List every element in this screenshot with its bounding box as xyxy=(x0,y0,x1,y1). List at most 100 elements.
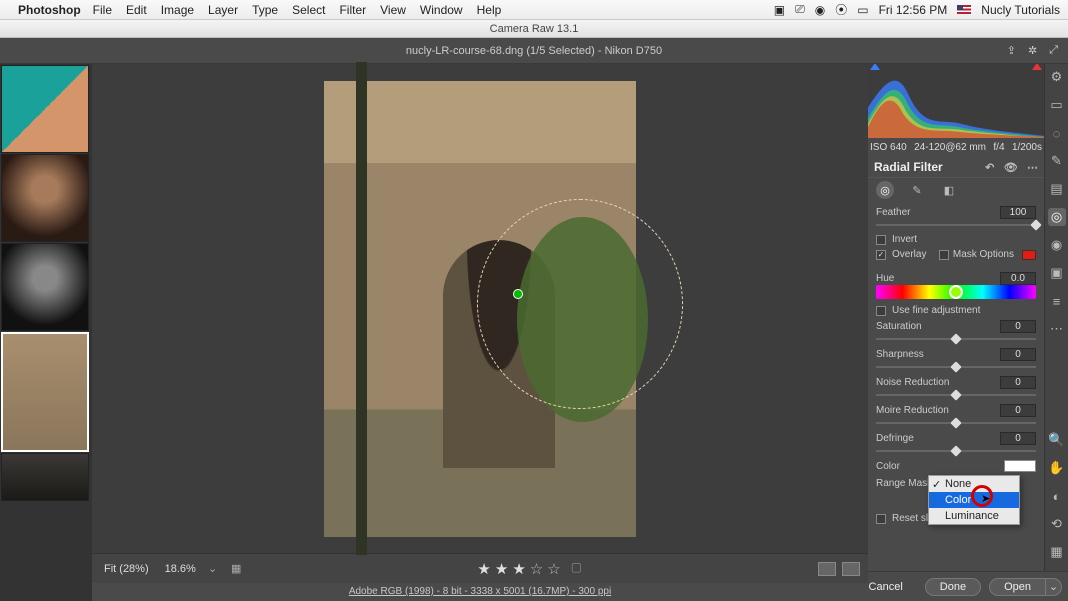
eraser-icon[interactable]: ◧ xyxy=(940,181,958,199)
visibility-icon[interactable]: 👁 xyxy=(1004,162,1018,174)
hue-slider[interactable] xyxy=(876,285,1036,299)
more-icon[interactable]: ⋯ xyxy=(1027,162,1038,174)
clock[interactable]: Fri 12:56 PM xyxy=(879,3,948,17)
more-tools-icon[interactable]: ⋯ xyxy=(1048,320,1066,338)
noise-slider[interactable] xyxy=(876,392,1036,398)
edit-panel-icon[interactable]: ⚙ xyxy=(1048,68,1066,86)
menu-help[interactable]: Help xyxy=(477,3,502,17)
menu-filter[interactable]: Filter xyxy=(339,3,366,17)
camera-icon[interactable]: ⎚ xyxy=(795,2,805,17)
menu-layer[interactable]: Layer xyxy=(208,3,238,17)
highlight-clip-icon[interactable] xyxy=(1032,64,1042,70)
preview-image[interactable] xyxy=(324,81,636,537)
flag-icon[interactable] xyxy=(957,5,971,14)
crop-icon[interactable]: ▭ xyxy=(1048,96,1066,114)
star-5[interactable]: ☆ xyxy=(547,560,560,578)
saturation-value[interactable]: 0 xyxy=(1000,320,1036,333)
menu-file[interactable]: File xyxy=(93,3,112,17)
moire-value[interactable]: 0 xyxy=(1000,404,1036,417)
cc-icon[interactable]: ◉ xyxy=(815,3,825,17)
view-compare-icon[interactable] xyxy=(842,562,860,576)
window-titlebar: Camera Raw 13.1 xyxy=(0,20,1068,38)
radial-filter-outline[interactable] xyxy=(477,199,683,409)
overlay-checkbox[interactable] xyxy=(876,250,886,260)
sharpness-slider[interactable] xyxy=(876,364,1036,370)
battery-icon[interactable]: ▭ xyxy=(857,3,868,17)
done-button[interactable]: Done xyxy=(925,578,981,596)
sharpness-value[interactable]: 0 xyxy=(1000,348,1036,361)
zoom-pct[interactable]: 18.6% xyxy=(161,561,200,577)
undo-icon[interactable]: ↶ xyxy=(985,162,994,174)
thumb-4-selected[interactable] xyxy=(1,332,89,452)
expand-icon[interactable]: ⤢ xyxy=(1049,44,1058,57)
defringe-slider[interactable] xyxy=(876,448,1036,454)
rating-stars[interactable]: ★ ★ ★ ☆ ☆ ▢ xyxy=(477,560,582,578)
star-1[interactable]: ★ xyxy=(477,560,490,578)
wifi-icon[interactable]: ⦿ xyxy=(835,1,847,18)
menu-window[interactable]: Window xyxy=(420,3,463,17)
share-icon[interactable]: ⇪ xyxy=(1007,44,1016,57)
user-name[interactable]: Nucly Tutorials xyxy=(981,3,1060,17)
snapshot-icon[interactable]: ▣ xyxy=(1048,264,1066,282)
menu-select[interactable]: Select xyxy=(292,3,325,17)
view-single-icon[interactable] xyxy=(818,562,836,576)
transform-icon[interactable]: ⟲ xyxy=(1048,515,1066,533)
noise-value[interactable]: 0 xyxy=(1000,376,1036,389)
fine-adj-checkbox[interactable] xyxy=(876,306,886,316)
hand-icon[interactable]: ✋ xyxy=(1048,459,1066,477)
hue-handle[interactable] xyxy=(949,285,963,299)
thumb-5[interactable] xyxy=(1,453,89,501)
label-swatch[interactable]: ▢ xyxy=(571,560,582,578)
sampler-icon[interactable]: ◐ xyxy=(1048,487,1066,505)
open-dropdown-icon[interactable]: ⌄ xyxy=(1046,578,1062,596)
settings-icon[interactable]: ✲ xyxy=(1028,44,1037,57)
mask-color-swatch[interactable] xyxy=(1022,250,1036,260)
star-2[interactable]: ★ xyxy=(495,560,508,578)
new-mask-icon[interactable]: ◎ xyxy=(876,181,894,199)
metadata-line[interactable]: Adobe RGB (1998) - 8 bit - 3338 x 5001 (… xyxy=(92,583,868,601)
mask-options-checkbox[interactable] xyxy=(939,250,949,260)
color-swatch[interactable] xyxy=(1004,460,1036,472)
feather-slider[interactable] xyxy=(876,222,1036,228)
heal-icon[interactable]: ◌ xyxy=(1048,124,1066,142)
zoom-fit[interactable]: Fit (28%) xyxy=(100,561,153,577)
feather-value[interactable]: 100 xyxy=(1000,206,1036,219)
menu-image[interactable]: Image xyxy=(161,3,194,17)
grid-icon[interactable]: ▦ xyxy=(231,562,241,575)
zoom-chevron-icon[interactable]: ⌄ xyxy=(208,562,217,575)
defringe-value[interactable]: 0 xyxy=(1000,432,1036,445)
menu-type[interactable]: Type xyxy=(252,3,278,17)
histogram[interactable] xyxy=(868,64,1044,138)
thumb-1[interactable] xyxy=(1,65,89,153)
reset-checkbox[interactable] xyxy=(876,514,886,524)
cancel-button[interactable]: Cancel xyxy=(855,579,917,595)
thumbnails-icon[interactable]: ▦ xyxy=(1048,543,1066,561)
hue-value[interactable]: 0.0 xyxy=(1000,272,1036,285)
hue-label: Hue xyxy=(876,273,894,284)
right-tool-gutter: ⚙ ▭ ◌ ✎ ▤ ◎ ◉ ▣ ≡ ⋯ 🔍 ✋ ◐ ⟲ ▦ xyxy=(1044,64,1068,601)
screencast-icon[interactable]: ▣ xyxy=(774,3,785,17)
grad-filter-icon[interactable]: ▤ xyxy=(1048,180,1066,198)
brush-icon[interactable]: ✎ xyxy=(908,181,926,199)
shadow-clip-icon[interactable] xyxy=(870,64,880,70)
invert-checkbox[interactable] xyxy=(876,235,886,245)
open-button[interactable]: Open xyxy=(989,578,1046,596)
zoom-icon[interactable]: 🔍 xyxy=(1048,431,1066,449)
app-name[interactable]: Photoshop xyxy=(18,3,81,17)
saturation-slider[interactable] xyxy=(876,336,1036,342)
mask-tool-row: ◎ ✎ ◧ xyxy=(868,178,1044,202)
star-4[interactable]: ☆ xyxy=(530,560,543,578)
dd-luminance[interactable]: Luminance xyxy=(929,508,1019,524)
radial-filter-icon[interactable]: ◎ xyxy=(1048,208,1066,226)
menu-view[interactable]: View xyxy=(380,3,406,17)
filmstrip[interactable] xyxy=(0,64,92,601)
presets-icon[interactable]: ≡ xyxy=(1048,292,1066,310)
thumb-3[interactable] xyxy=(1,243,89,331)
thumb-2[interactable] xyxy=(1,154,89,242)
canvas[interactable] xyxy=(92,64,868,553)
moire-slider[interactable] xyxy=(876,420,1036,426)
redeye-icon[interactable]: ◉ xyxy=(1048,236,1066,254)
adjust-brush-icon[interactable]: ✎ xyxy=(1048,152,1066,170)
star-3[interactable]: ★ xyxy=(512,560,525,578)
menu-edit[interactable]: Edit xyxy=(126,3,147,17)
